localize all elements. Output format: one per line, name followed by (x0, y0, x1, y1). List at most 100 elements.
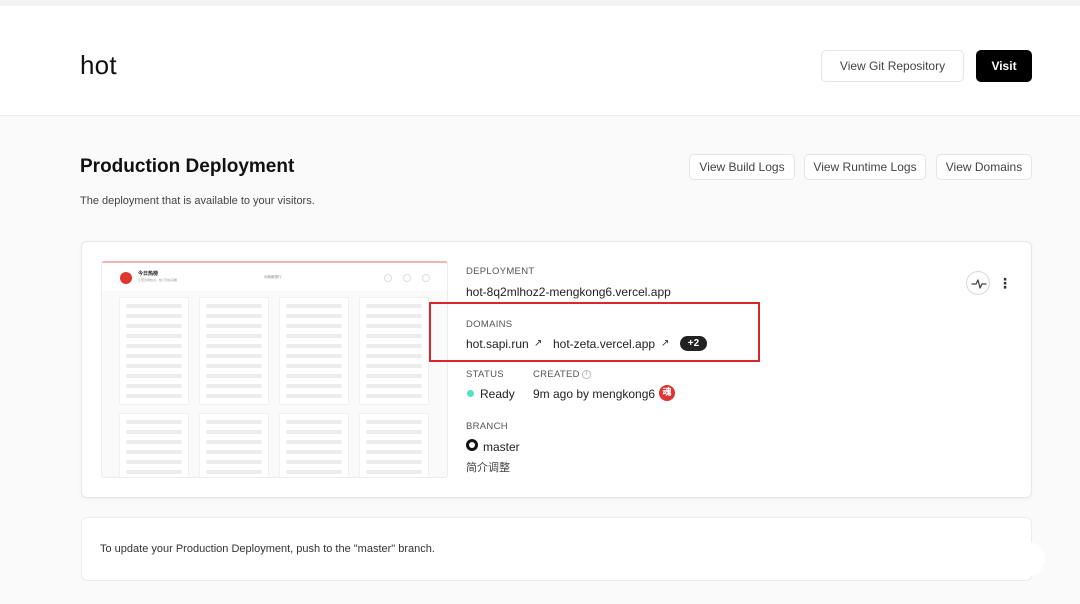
preview-skeleton-line (126, 470, 182, 474)
preview-skeleton-line (206, 470, 262, 474)
preview-card-grid (119, 297, 433, 477)
preview-theme-icon (403, 274, 411, 282)
preview-skeleton-line (366, 354, 422, 358)
created-label: CREATED (533, 369, 580, 380)
deployment-card: 今日热榜 汇聚全网热点，热门尽在掌握 问我都很行 DEPLOYMENT hot-… (81, 241, 1032, 498)
view-build-logs-button[interactable]: View Build Logs (689, 154, 795, 180)
preview-skeleton-line (126, 314, 182, 318)
external-link-icon[interactable]: ↗︎ (534, 338, 542, 349)
deployment-url-link[interactable]: hot-8q2mlhoz2-mengkong6.vercel.app (466, 285, 671, 299)
preview-skeleton-line (286, 420, 342, 424)
status-value: Ready (480, 387, 515, 401)
preview-skeleton-line (206, 420, 262, 424)
deployment-label: DEPLOYMENT (466, 266, 535, 277)
preview-skeleton-line (366, 364, 422, 368)
more-vertical-icon[interactable]: ⋮ (998, 273, 1012, 293)
preview-skeleton-line (286, 440, 342, 444)
preview-skeleton-line (286, 314, 342, 318)
preview-list-card (119, 297, 189, 405)
preview-skeleton-line (366, 440, 422, 444)
preview-skeleton-line (286, 384, 342, 388)
preview-skeleton-line (126, 324, 182, 328)
commit-message[interactable]: 简介调整 (466, 459, 510, 475)
preview-skeleton-line (126, 430, 182, 434)
preview-skeleton-line (366, 420, 422, 424)
preview-skeleton-line (126, 374, 182, 378)
preview-skeleton-line (126, 304, 182, 308)
preview-skeleton-line (286, 450, 342, 454)
preview-skeleton-line (286, 364, 342, 368)
status-ready-dot-icon (467, 390, 474, 397)
preview-skeleton-line (206, 384, 262, 388)
domains-label: DOMAINS (466, 319, 513, 330)
preview-skeleton-line (366, 334, 422, 338)
preview-skeleton-line (206, 440, 262, 444)
project-title: hot (80, 50, 117, 80)
more-domains-badge[interactable]: +2 (680, 336, 707, 351)
preview-skeleton-line (206, 354, 262, 358)
domain-link-primary[interactable]: hot.sapi.run (466, 337, 529, 351)
preview-skeleton-line (366, 470, 422, 474)
external-link-icon[interactable]: ↗︎ (661, 338, 669, 349)
creator-avatar[interactable]: 魂 (659, 385, 675, 401)
info-icon[interactable]: i (582, 370, 591, 379)
preview-skeleton-line (286, 470, 342, 474)
preview-skeleton-line (366, 324, 422, 328)
preview-skeleton-line (366, 394, 422, 398)
preview-skeleton-line (206, 364, 262, 368)
preview-skeleton-line (366, 314, 422, 318)
preview-refresh-icon (384, 274, 392, 282)
preview-list-card (279, 297, 349, 405)
preview-skeleton-line (126, 344, 182, 348)
view-git-repository-button[interactable]: View Git Repository (821, 50, 964, 82)
activity-button[interactable] (966, 271, 990, 295)
preview-skeleton-line (286, 374, 342, 378)
preview-skeleton-line (206, 334, 262, 338)
preview-skeleton-line (126, 364, 182, 368)
github-icon (466, 439, 478, 451)
branch-label: BRANCH (466, 421, 508, 432)
preview-skeleton-line (206, 430, 262, 434)
preview-skeleton-line (126, 440, 182, 444)
preview-list-card (359, 297, 429, 405)
preview-skeleton-line (366, 460, 422, 464)
preview-list-card (279, 413, 349, 477)
preview-skeleton-line (206, 344, 262, 348)
preview-skeleton-line (366, 374, 422, 378)
project-header: hot View Git Repository Visit (0, 0, 1080, 116)
preview-skeleton-line (126, 450, 182, 454)
preview-skeleton-line (206, 314, 262, 318)
preview-settings-icon (422, 274, 430, 282)
activity-icon (971, 279, 987, 289)
view-domains-button[interactable]: View Domains (936, 154, 1032, 180)
preview-brand-sub: 汇聚全网热点，热门尽在掌握 (138, 278, 178, 282)
preview-skeleton-line (286, 394, 342, 398)
branch-link[interactable]: master (483, 440, 520, 454)
preview-list-card (199, 413, 269, 477)
preview-list-card (199, 297, 269, 405)
deployment-preview-thumbnail[interactable]: 今日热榜 汇聚全网热点，热门尽在掌握 问我都很行 (101, 261, 448, 478)
preview-logo-icon (120, 272, 132, 284)
view-runtime-logs-button[interactable]: View Runtime Logs (804, 154, 926, 180)
preview-skeleton-line (126, 394, 182, 398)
preview-skeleton-line (126, 460, 182, 464)
production-branch-notice: To update your Production Deployment, pu… (81, 517, 1045, 581)
preview-skeleton-line (206, 394, 262, 398)
preview-skeleton-line (286, 460, 342, 464)
preview-skeleton-line (286, 304, 342, 308)
preview-skeleton-line (126, 420, 182, 424)
visit-button[interactable]: Visit (976, 50, 1032, 82)
preview-skeleton-line (286, 334, 342, 338)
production-deployment-title: Production Deployment (80, 156, 295, 177)
preview-skeleton-line (206, 304, 262, 308)
preview-skeleton-line (366, 304, 422, 308)
notice-overlay (935, 542, 1045, 576)
preview-header: 今日热榜 汇聚全网热点，热门尽在掌握 问我都很行 (102, 263, 447, 291)
domain-link-secondary[interactable]: hot-zeta.vercel.app (553, 337, 655, 351)
preview-skeleton-line (366, 344, 422, 348)
preview-skeleton-line (366, 450, 422, 454)
domains-highlight-box (429, 302, 760, 362)
preview-skeleton-line (126, 334, 182, 338)
preview-skeleton-line (206, 460, 262, 464)
created-value: 9m ago by mengkong6 (533, 387, 656, 401)
